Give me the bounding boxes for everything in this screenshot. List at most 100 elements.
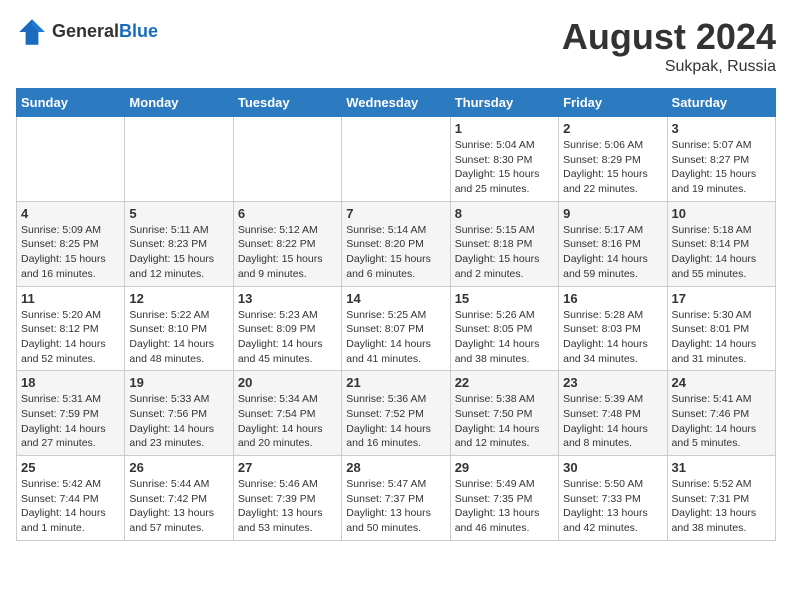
- day-number: 10: [672, 206, 771, 221]
- weekday-header-friday: Friday: [559, 89, 667, 117]
- day-number: 22: [455, 375, 554, 390]
- day-info: Sunrise: 5:36 AM Sunset: 7:52 PM Dayligh…: [346, 392, 445, 451]
- day-cell: 22Sunrise: 5:38 AM Sunset: 7:50 PM Dayli…: [450, 371, 558, 456]
- day-cell: 20 Sunrise: 5:34 AM Sunset: 7:54 PM Dayli…: [233, 371, 341, 456]
- day-info: Sunrise: 5:20 AM Sunset: 8:12 PM Dayligh…: [21, 308, 120, 367]
- day-info: Sunrise: 5:47 AM Sunset: 7:37 PM Dayligh…: [346, 477, 445, 536]
- day-info: Sunrise: 5:23 AM Sunset: 8:09 PM Dayligh…: [238, 308, 337, 367]
- day-number: 11: [21, 291, 120, 306]
- day-number: 27: [238, 460, 337, 475]
- week-row-4: 18 Sunrise: 5:31 AM Sunset: 7:59 PM Dayli…: [17, 371, 776, 456]
- day-info: Sunrise: 5:14 AM Sunset: 8:20 PM Dayligh…: [346, 223, 445, 282]
- day-info: Sunrise: 5:31 AM Sunset: 7:59 PM Dayligh…: [21, 392, 120, 451]
- day-cell: 1Sunrise: 5:04 AM Sunset: 8:30 PM Daylig…: [450, 117, 558, 202]
- day-number: 16: [563, 291, 662, 306]
- day-cell: 14 Sunrise: 5:25 AM Sunset: 8:07 PM Dayli…: [342, 286, 450, 371]
- day-number: 13: [238, 291, 337, 306]
- day-cell: 25 Sunrise: 5:42 AM Sunset: 7:44 PM Dayli…: [17, 456, 125, 541]
- weekday-header-wednesday: Wednesday: [342, 89, 450, 117]
- day-info: Sunrise: 5:33 AM Sunset: 7:56 PM Dayligh…: [129, 392, 228, 451]
- day-number: 23: [563, 375, 662, 390]
- day-info: Sunrise: 5:18 AM Sunset: 8:14 PM Dayligh…: [672, 223, 771, 282]
- day-number: 4: [21, 206, 120, 221]
- day-cell: 23Sunrise: 5:39 AM Sunset: 7:48 PM Dayli…: [559, 371, 667, 456]
- day-cell: 3 Sunrise: 5:07 AM Sunset: 8:27 PM Daylig…: [667, 117, 775, 202]
- day-cell: 29 Sunrise: 5:49 AM Sunset: 7:35 PM Dayli…: [450, 456, 558, 541]
- day-info: Sunrise: 5:44 AM Sunset: 7:42 PM Dayligh…: [129, 477, 228, 536]
- weekday-header-sunday: Sunday: [17, 89, 125, 117]
- day-number: 20: [238, 375, 337, 390]
- day-number: 8: [455, 206, 554, 221]
- day-info: Sunrise: 5:09 AM Sunset: 8:25 PM Dayligh…: [21, 223, 120, 282]
- day-info: Sunrise: 5:26 AM Sunset: 8:05 PM Dayligh…: [455, 308, 554, 367]
- day-info: Sunrise: 5:41 AM Sunset: 7:46 PM Dayligh…: [672, 392, 771, 451]
- day-cell: 21 Sunrise: 5:36 AM Sunset: 7:52 PM Dayli…: [342, 371, 450, 456]
- day-cell: 4 Sunrise: 5:09 AM Sunset: 8:25 PM Daylig…: [17, 201, 125, 286]
- day-number: 28: [346, 460, 445, 475]
- day-cell: 19 Sunrise: 5:33 AM Sunset: 7:56 PM Dayli…: [125, 371, 233, 456]
- day-cell: 5Sunrise: 5:11 AM Sunset: 8:23 PM Daylig…: [125, 201, 233, 286]
- logo-general-text: GeneralBlue: [52, 22, 158, 42]
- day-info: Sunrise: 5:30 AM Sunset: 8:01 PM Dayligh…: [672, 308, 771, 367]
- logo: GeneralBlue: [16, 16, 158, 48]
- weekday-header-thursday: Thursday: [450, 89, 558, 117]
- day-number: 17: [672, 291, 771, 306]
- day-number: 12: [129, 291, 228, 306]
- day-number: 2: [563, 121, 662, 136]
- weekday-header-row: SundayMondayTuesdayWednesdayThursdayFrid…: [17, 89, 776, 117]
- day-info: Sunrise: 5:07 AM Sunset: 8:27 PM Dayligh…: [672, 138, 771, 197]
- week-row-1: 1Sunrise: 5:04 AM Sunset: 8:30 PM Daylig…: [17, 117, 776, 202]
- day-cell: [125, 117, 233, 202]
- weekday-header-saturday: Saturday: [667, 89, 775, 117]
- day-number: 30: [563, 460, 662, 475]
- day-cell: 17 Sunrise: 5:30 AM Sunset: 8:01 PM Dayli…: [667, 286, 775, 371]
- location: Sukpak, Russia: [562, 58, 776, 76]
- day-cell: 9Sunrise: 5:17 AM Sunset: 8:16 PM Daylig…: [559, 201, 667, 286]
- day-number: 1: [455, 121, 554, 136]
- day-number: 18: [21, 375, 120, 390]
- day-number: 25: [21, 460, 120, 475]
- day-number: 26: [129, 460, 228, 475]
- day-number: 14: [346, 291, 445, 306]
- day-cell: 26 Sunrise: 5:44 AM Sunset: 7:42 PM Dayli…: [125, 456, 233, 541]
- day-info: Sunrise: 5:17 AM Sunset: 8:16 PM Dayligh…: [563, 223, 662, 282]
- month-year: August 2024: [562, 16, 776, 58]
- day-number: 24: [672, 375, 771, 390]
- day-cell: 31Sunrise: 5:52 AM Sunset: 7:31 PM Dayli…: [667, 456, 775, 541]
- day-info: Sunrise: 5:15 AM Sunset: 8:18 PM Dayligh…: [455, 223, 554, 282]
- week-row-2: 4 Sunrise: 5:09 AM Sunset: 8:25 PM Daylig…: [17, 201, 776, 286]
- day-cell: [17, 117, 125, 202]
- day-number: 6: [238, 206, 337, 221]
- day-cell: 18 Sunrise: 5:31 AM Sunset: 7:59 PM Dayli…: [17, 371, 125, 456]
- day-cell: 28 Sunrise: 5:47 AM Sunset: 7:37 PM Dayli…: [342, 456, 450, 541]
- day-info: Sunrise: 5:50 AM Sunset: 7:33 PM Dayligh…: [563, 477, 662, 536]
- day-info: Sunrise: 5:25 AM Sunset: 8:07 PM Dayligh…: [346, 308, 445, 367]
- day-cell: 2 Sunrise: 5:06 AM Sunset: 8:29 PM Daylig…: [559, 117, 667, 202]
- day-cell: 8 Sunrise: 5:15 AM Sunset: 8:18 PM Daylig…: [450, 201, 558, 286]
- day-number: 19: [129, 375, 228, 390]
- day-info: Sunrise: 5:06 AM Sunset: 8:29 PM Dayligh…: [563, 138, 662, 197]
- week-row-5: 25 Sunrise: 5:42 AM Sunset: 7:44 PM Dayli…: [17, 456, 776, 541]
- day-info: Sunrise: 5:46 AM Sunset: 7:39 PM Dayligh…: [238, 477, 337, 536]
- day-cell: 30 Sunrise: 5:50 AM Sunset: 7:33 PM Dayli…: [559, 456, 667, 541]
- weekday-header-monday: Monday: [125, 89, 233, 117]
- day-number: 5: [129, 206, 228, 221]
- day-cell: 6Sunrise: 5:12 AM Sunset: 8:22 PM Daylig…: [233, 201, 341, 286]
- day-info: Sunrise: 5:42 AM Sunset: 7:44 PM Dayligh…: [21, 477, 120, 536]
- title-block: August 2024 Sukpak, Russia: [562, 16, 776, 76]
- day-info: Sunrise: 5:49 AM Sunset: 7:35 PM Dayligh…: [455, 477, 554, 536]
- day-number: 21: [346, 375, 445, 390]
- day-cell: 24 Sunrise: 5:41 AM Sunset: 7:46 PM Dayli…: [667, 371, 775, 456]
- page-header: GeneralBlue August 2024 Sukpak, Russia: [16, 16, 776, 76]
- logo-icon: [16, 16, 48, 48]
- day-number: 7: [346, 206, 445, 221]
- day-number: 15: [455, 291, 554, 306]
- calendar-table: SundayMondayTuesdayWednesdayThursdayFrid…: [16, 88, 776, 541]
- day-cell: 15 Sunrise: 5:26 AM Sunset: 8:05 PM Dayli…: [450, 286, 558, 371]
- day-number: 29: [455, 460, 554, 475]
- weekday-header-tuesday: Tuesday: [233, 89, 341, 117]
- day-number: 3: [672, 121, 771, 136]
- day-info: Sunrise: 5:34 AM Sunset: 7:54 PM Dayligh…: [238, 392, 337, 451]
- day-cell: 7 Sunrise: 5:14 AM Sunset: 8:20 PM Daylig…: [342, 201, 450, 286]
- day-number: 31: [672, 460, 771, 475]
